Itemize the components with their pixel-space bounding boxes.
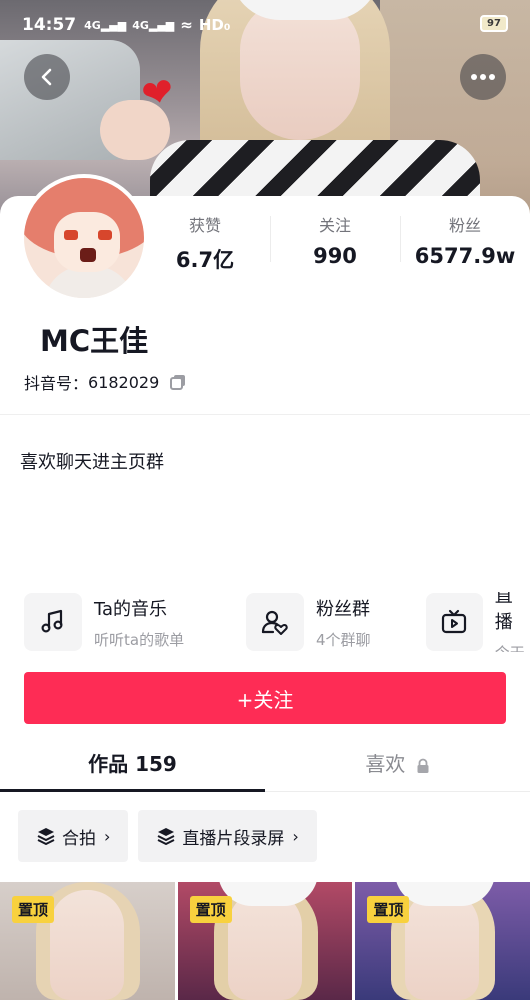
status-time: 14:57 <box>22 15 77 35</box>
pinned-badge: 置顶 <box>189 896 232 923</box>
live-tv-icon <box>426 593 483 651</box>
more-dots-icon <box>471 74 495 80</box>
profile-name: MC王佳 <box>40 324 149 358</box>
copy-icon[interactable] <box>169 373 187 391</box>
signal-icon: 4G▂▄▆ <box>84 18 127 32</box>
tab-likes[interactable]: 喜欢 <box>265 740 530 791</box>
collection-chips: 合拍 › 直播片段录屏 › <box>18 810 317 862</box>
tab-works[interactable]: 作品 159 <box>0 740 265 792</box>
stat-value: 990 <box>313 244 357 268</box>
video-thumbnail[interactable]: 置顶 <box>0 882 175 1000</box>
stat-label: 获赞 <box>188 216 221 235</box>
pinned-badge: 置顶 <box>367 896 410 923</box>
content-tabs: 作品 159 喜欢 <box>0 740 530 792</box>
music-note-icon <box>24 593 82 651</box>
feature-music[interactable]: Ta的音乐 听听ta的歌单 <box>24 592 184 652</box>
feature-fan-group[interactable]: 粉丝群 4个群聊 <box>246 592 371 652</box>
battery-level: 97 <box>487 18 501 29</box>
lock-icon <box>417 758 429 773</box>
feature-live[interactable]: 直播 今天 <box>426 592 530 652</box>
chip-label: 直播片段录屏 <box>182 828 285 849</box>
heart-icon: ❤ <box>137 68 179 118</box>
battery-icon: 97 <box>480 15 508 32</box>
chip-duet[interactable]: 合拍 › <box>18 810 129 862</box>
profile-bio: 喜欢聊天进主页群 <box>20 452 164 473</box>
stat-likes[interactable]: 获赞 6.7亿 <box>140 212 270 272</box>
stat-value: 6.7亿 <box>175 248 235 272</box>
video-grid: 置顶 置顶 置顶 <box>0 882 530 1000</box>
divider <box>0 414 530 415</box>
fan-group-icon <box>246 593 304 651</box>
signal-icon-2: 4G▂▄▆ <box>132 18 175 32</box>
feature-title: 直播 <box>494 592 513 633</box>
back-button[interactable] <box>24 54 70 100</box>
tab-label: 作品 159 <box>88 752 177 776</box>
feature-title: 粉丝群 <box>316 598 370 620</box>
chevron-right-icon: › <box>292 826 299 846</box>
more-button[interactable] <box>460 54 506 100</box>
douyin-id-label: 抖音号： <box>24 374 89 393</box>
chip-label: 合拍 <box>62 828 96 849</box>
wifi-icon: ≈ <box>180 16 193 34</box>
feature-title: Ta的音乐 <box>94 598 168 620</box>
follow-button[interactable]: +关注 <box>24 672 506 724</box>
feature-subtitle: 今天 <box>495 642 530 653</box>
stat-label: 关注 <box>318 216 351 235</box>
feature-row: Ta的音乐 听听ta的歌单 粉丝群 4个群聊 直播 今 <box>24 592 530 652</box>
douyin-id: 抖音号： 6182029 <box>24 370 187 394</box>
profile-stats: 获赞 6.7亿 关注 990 粉丝 6577.9w <box>140 212 530 272</box>
layers-icon <box>157 828 175 845</box>
status-bar: 14:57 4G▂▄▆ 4G▂▄▆ ≈ HD₀ 97 <box>0 0 530 50</box>
stat-following[interactable]: 关注 990 <box>270 212 400 270</box>
stat-value: 6577.9w <box>414 244 516 268</box>
layers-icon <box>37 828 55 845</box>
feature-subtitle: 听听ta的歌单 <box>94 630 185 649</box>
feature-subtitle: 4个群聊 <box>316 630 371 649</box>
hd-indicator: HD₀ <box>198 16 231 34</box>
tab-label: 喜欢 <box>365 752 406 776</box>
video-thumbnail[interactable]: 置顶 <box>355 882 530 1000</box>
stat-label: 粉丝 <box>448 216 481 235</box>
avatar[interactable] <box>20 174 148 302</box>
video-thumbnail[interactable]: 置顶 <box>177 882 353 1000</box>
chevron-left-icon <box>41 68 52 86</box>
pinned-badge: 置顶 <box>12 896 55 923</box>
chip-live-clips[interactable]: 直播片段录屏 › <box>138 810 317 862</box>
douyin-id-value: 6182029 <box>88 372 160 392</box>
stat-followers[interactable]: 粉丝 6577.9w <box>400 212 530 270</box>
chevron-right-icon: › <box>104 826 111 846</box>
